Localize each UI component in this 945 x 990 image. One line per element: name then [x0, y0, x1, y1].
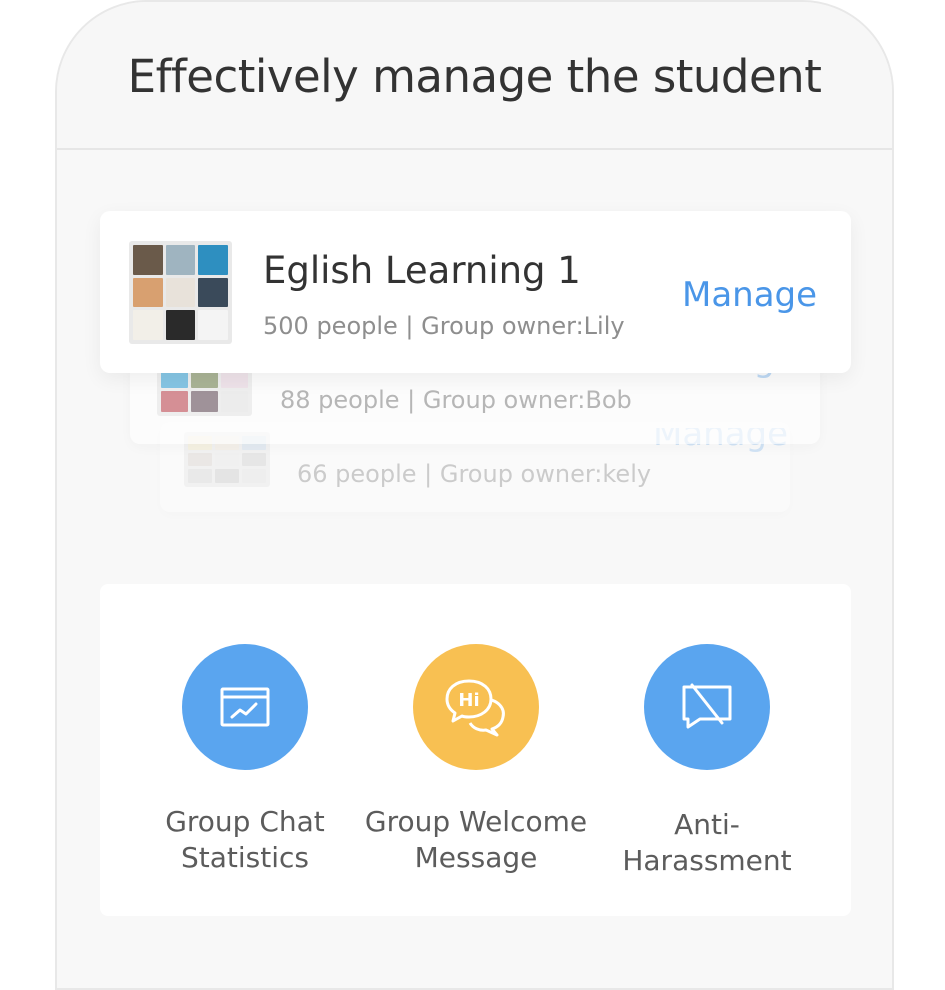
group-meta: 66 people | Group owner:kely: [297, 460, 652, 488]
manage-button[interactable]: Manage: [682, 275, 817, 315]
blocked-chat-icon[interactable]: [644, 644, 770, 770]
group-meta: 500 people | Group owner:Lily: [263, 312, 625, 340]
phone-frame: Effectively manage the student Manage 66…: [55, 0, 894, 990]
feature-group-chat-statistics[interactable]: Group Chat Statistics: [125, 644, 365, 876]
feature-label: Group Welcome Message: [364, 805, 588, 874]
svg-text:Hi: Hi: [458, 690, 479, 711]
group-name: Eglish Learning 1: [263, 249, 581, 292]
group-meta: 88 people | Group owner:Bob: [280, 386, 632, 414]
feature-label: Group Chat Statistics: [165, 805, 325, 874]
chart-window-icon[interactable]: [182, 644, 308, 770]
feature-group-welcome-message[interactable]: Hi Group Welcome Message: [356, 644, 596, 876]
group-card-1[interactable]: Eglish Learning 1 500 people | Group own…: [100, 211, 851, 373]
hi-chat-bubbles-icon[interactable]: Hi: [413, 644, 539, 770]
features-panel: Group Chat Statistics Hi Group Welcome M…: [100, 584, 851, 916]
feature-label: Anti- Harassment: [622, 808, 792, 877]
page-title: Effectively manage the student: [127, 50, 822, 103]
group-avatar: [129, 241, 232, 344]
feature-anti-harassment[interactable]: Anti- Harassment: [587, 644, 827, 879]
header: Effectively manage the student: [57, 2, 892, 150]
